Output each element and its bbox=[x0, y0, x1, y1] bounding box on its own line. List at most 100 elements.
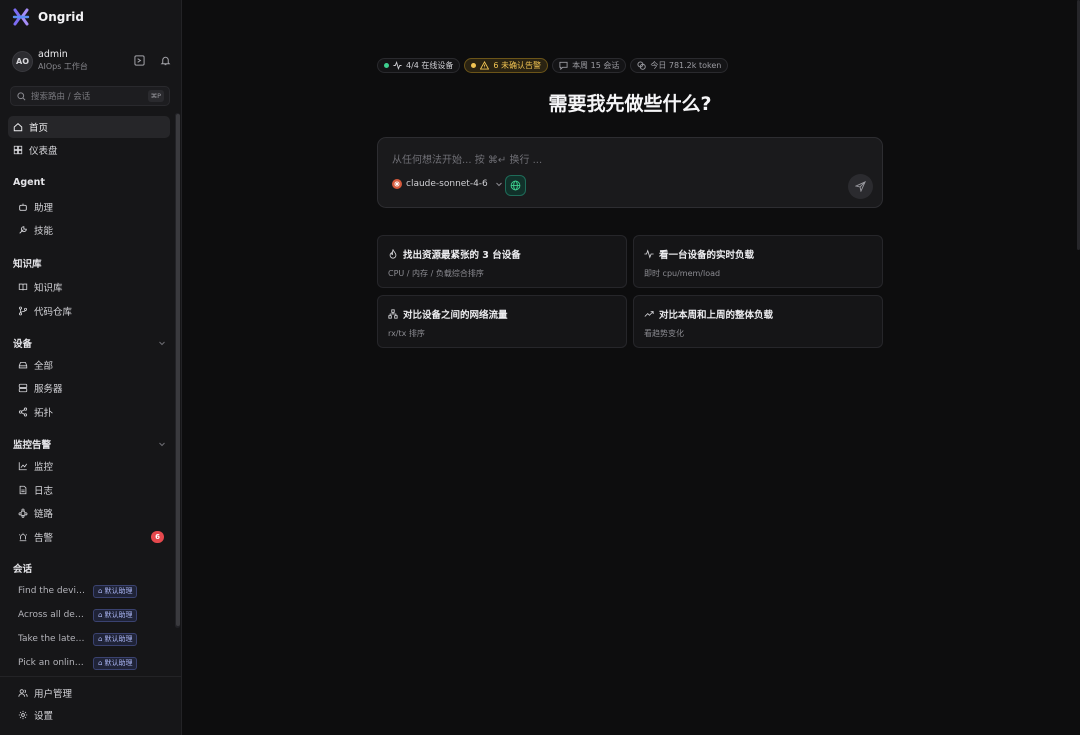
online-dot bbox=[384, 63, 389, 68]
message-icon bbox=[559, 61, 568, 70]
trending-up-icon bbox=[644, 311, 654, 317]
sidebar-item-logs[interactable]: 日志 bbox=[8, 479, 170, 501]
sidebar-item-label: 拓扑 bbox=[34, 408, 54, 419]
ongrid-logo-icon bbox=[12, 8, 30, 26]
sidebar-item-topology[interactable]: 拓扑 bbox=[8, 401, 170, 423]
suggestion-card[interactable]: 对比本周和上周的整体负载 看趋势变化 bbox=[633, 295, 883, 348]
panel-toggle-icon[interactable] bbox=[132, 53, 146, 67]
chat-composer[interactable]: 从任何想法开始... 按 ⌘↵ 换行 ... claude-sonnet-4-6 bbox=[377, 137, 883, 208]
gear-icon bbox=[18, 710, 28, 720]
section-monitoring[interactable]: 监控告警 bbox=[13, 437, 166, 451]
suggestion-subtitle: 即时 cpu/mem/load bbox=[644, 269, 721, 278]
sidebar-item-home[interactable]: 首页 bbox=[8, 116, 170, 138]
dashboard-icon bbox=[13, 145, 23, 155]
line-chart-icon bbox=[18, 462, 28, 471]
assistant-tag-label: 默认助理 bbox=[104, 587, 133, 595]
sidebar-item-skills[interactable]: 技能 bbox=[8, 219, 170, 241]
online-devices-pill[interactable]: 4/4 在线设备 bbox=[377, 58, 461, 73]
section-label: 监控告警 bbox=[13, 440, 52, 451]
user-role: AIOps 工作台 bbox=[38, 62, 88, 71]
status-bar: 4/4 在线设备 6 未确认告警 本周 15 会话 今日 781.2k toke… bbox=[377, 58, 729, 73]
suggestion-title: 看一台设备的实时负载 bbox=[659, 250, 755, 261]
model-selector[interactable]: claude-sonnet-4-6 bbox=[392, 179, 503, 189]
section-label: 设备 bbox=[13, 339, 33, 350]
alerts-pill[interactable]: 6 未确认告警 bbox=[464, 58, 549, 73]
hard-drive-icon bbox=[18, 362, 28, 369]
sidebar-divider bbox=[0, 676, 181, 677]
suggestion-title: 对比本周和上周的整体负载 bbox=[659, 310, 774, 321]
suggestion-card[interactable]: 看一台设备的实时负载 即时 cpu/mem/load bbox=[633, 235, 883, 288]
sidebar-item-label: 用户管理 bbox=[34, 689, 73, 700]
sidebar-item-label: 技能 bbox=[34, 226, 54, 237]
wrench-icon bbox=[19, 226, 27, 234]
assistant-tag-label: 默认助理 bbox=[104, 635, 133, 643]
page-title: 需要我先做些什么? bbox=[548, 93, 712, 115]
sidebar-item-traces[interactable]: 链路 bbox=[8, 502, 170, 524]
book-icon bbox=[18, 283, 28, 291]
conversation-item[interactable]: Pick an online... ⌂ 默认助理 bbox=[18, 655, 168, 671]
suggestion-title: 对比设备之间的网络流量 bbox=[403, 310, 508, 321]
sessions-pill[interactable]: 本周 15 会话 bbox=[552, 58, 627, 73]
coins-icon bbox=[637, 61, 647, 70]
sidebar-item-code-repo[interactable]: 代码仓库 bbox=[8, 300, 170, 322]
bot-icon: ⌂ bbox=[98, 635, 103, 643]
brand[interactable]: Ongrid bbox=[12, 7, 84, 27]
sidebar-item-knowledge-base[interactable]: 知识库 bbox=[8, 276, 170, 298]
assistant-tag: ⌂ 默认助理 bbox=[93, 632, 138, 646]
users-icon bbox=[18, 689, 28, 697]
sidebar-item-alerts[interactable]: 告警 6 bbox=[8, 526, 170, 548]
section-devices[interactable]: 设备 bbox=[13, 336, 166, 350]
flame-icon bbox=[389, 249, 397, 259]
send-button[interactable] bbox=[848, 174, 873, 199]
git-branch-icon bbox=[19, 306, 27, 316]
prompt-input[interactable]: 从任何想法开始... 按 ⌘↵ 换行 ... bbox=[392, 151, 542, 166]
sidebar-item-user-management[interactable]: 用户管理 bbox=[8, 682, 170, 704]
sidebar-scroll-thumb[interactable] bbox=[176, 114, 180, 626]
conversation-item[interactable]: Across all dev... ⌂ 默认助理 bbox=[18, 607, 168, 623]
globe-icon bbox=[510, 180, 521, 191]
sidebar-item-assistant[interactable]: 助理 bbox=[8, 196, 170, 218]
section-knowledge: 知识库 bbox=[13, 256, 166, 270]
chevron-down-icon[interactable] bbox=[158, 440, 166, 448]
network-icon bbox=[388, 309, 398, 319]
conversation-item[interactable]: Find the devic... ⌂ 默认助理 bbox=[18, 583, 168, 599]
conversation-item[interactable]: Take the lates... ⌂ 默认助理 bbox=[18, 631, 168, 647]
online-devices-text: 4/4 在线设备 bbox=[406, 61, 454, 70]
main-area: 4/4 在线设备 6 未确认告警 本周 15 会话 今日 781.2k toke… bbox=[182, 0, 1080, 735]
web-search-toggle[interactable] bbox=[505, 175, 526, 196]
bot-icon bbox=[19, 203, 27, 211]
alerts-count-badge: 6 bbox=[151, 531, 164, 543]
alerts-text: 6 未确认告警 bbox=[493, 61, 542, 70]
claude-logo-icon bbox=[392, 179, 402, 189]
sidebar-item-settings[interactable]: 设置 bbox=[8, 704, 170, 726]
assistant-tag: ⌂ 默认助理 bbox=[93, 584, 138, 598]
suggestion-card[interactable]: 找出资源最紧张的 3 台设备 CPU / 内存 / 负载综合排序 bbox=[377, 235, 627, 288]
bell-icon[interactable] bbox=[158, 53, 172, 67]
bot-icon: ⌂ bbox=[98, 587, 103, 595]
sidebar-item-dashboard[interactable]: 仪表盘 bbox=[8, 139, 170, 161]
sidebar-item-label: 日志 bbox=[34, 486, 54, 497]
sessions-text: 本周 15 会话 bbox=[572, 61, 620, 70]
sidebar-item-all-devices[interactable]: 全部 bbox=[8, 354, 170, 376]
sidebar-item-servers[interactable]: 服务器 bbox=[8, 377, 170, 399]
chevron-down-icon bbox=[495, 182, 502, 187]
siren-icon bbox=[18, 532, 28, 542]
user-profile[interactable]: AO admin AIOps 工作台 bbox=[12, 48, 172, 74]
search-shortcut: ⌘P bbox=[147, 90, 164, 102]
section-agent: Agent bbox=[13, 175, 166, 189]
sidebar-item-monitor[interactable]: 监控 bbox=[8, 455, 170, 477]
conversation-title: Pick an online... bbox=[18, 658, 88, 668]
search-placeholder: 搜索路由 / 会话 bbox=[31, 92, 91, 102]
home-icon bbox=[13, 123, 23, 132]
assistant-tag: ⌂ 默认助理 bbox=[93, 656, 138, 670]
suggestion-card[interactable]: 对比设备之间的网络流量 rx/tx 排序 bbox=[377, 295, 627, 348]
sidebar-item-label: 仪表盘 bbox=[29, 146, 58, 157]
tokens-pill[interactable]: 今日 781.2k token bbox=[630, 58, 729, 73]
section-label: 会话 bbox=[13, 564, 33, 575]
sidebar-item-label: 告警 bbox=[34, 533, 54, 544]
sidebar: Ongrid AO admin AIOps 工作台 搜索路由 / 会话 ⌘P 首… bbox=[0, 0, 182, 735]
chevron-down-icon[interactable] bbox=[158, 339, 166, 347]
search-input[interactable]: 搜索路由 / 会话 ⌘P bbox=[10, 86, 170, 106]
conversation-title: Take the lates... bbox=[18, 634, 88, 644]
section-conversations: 会话 bbox=[13, 561, 166, 575]
